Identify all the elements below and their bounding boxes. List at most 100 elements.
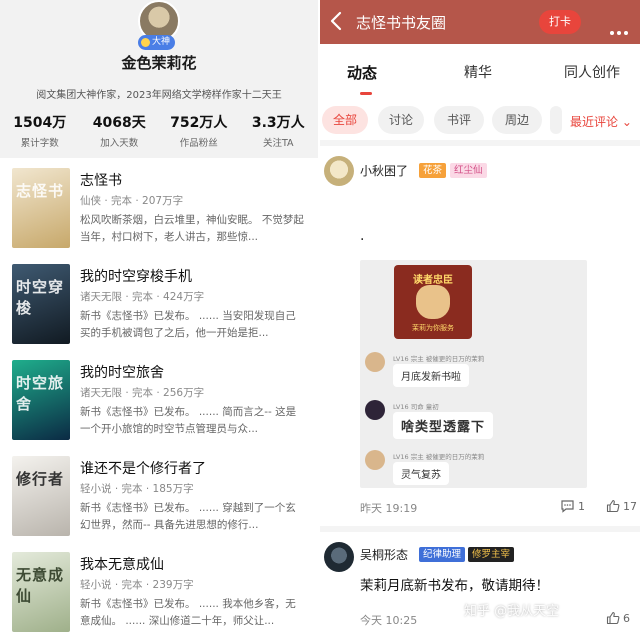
chat-avatar (365, 352, 385, 372)
like-count: 17 (623, 499, 637, 513)
card-footer: 茉莉为你服务 (412, 324, 454, 332)
post-time: 今天 10:25 (360, 614, 418, 627)
stat-label: 作品粉丝 (179, 138, 218, 149)
cover-text: 修行者 (16, 470, 65, 488)
author-desc: 阅文集团大神作家，2023年网络文学榜样作家十二天王 (36, 90, 282, 101)
chip-discussion[interactable]: 讨论 (378, 106, 424, 134)
book-desc: 新书《志怪书》已发布。 ...... 简而言之-- 这是一个开小旅馆的时空节点管… (80, 406, 297, 435)
chat-avatar (365, 400, 385, 420)
post-time: 昨天 19:19 (360, 502, 418, 515)
book-item[interactable]: 无意成仙 我本无意成仙 轻小说 · 完本 · 239万字 新书《志怪书》已发布。… (0, 544, 318, 640)
chip-merch[interactable]: 周边 (492, 106, 542, 134)
tab-featured[interactable]: 精华 (464, 62, 492, 82)
badge-icon (141, 38, 150, 47)
like-button[interactable]: 6 (606, 611, 630, 625)
book-item[interactable]: 时空旅舍 我的时空旅舍 诸天无限 · 完本 · 256万字 新书《志怪书》已发布… (0, 352, 318, 448)
book-desc: 新书《志怪书》已发布。 ...... 穿越到了一个玄幻世界，然而-- 具备先进思… (80, 502, 296, 531)
chip-more[interactable] (550, 106, 562, 134)
section-divider (320, 526, 640, 532)
chevron-down-icon: ⌄ (621, 115, 632, 129)
more-icon[interactable] (610, 20, 631, 39)
chat-bubble: 啥类型透露下 (393, 412, 494, 439)
chip-review[interactable]: 书评 (434, 106, 484, 134)
tab-fan-creations[interactable]: 同人创作 (564, 62, 620, 82)
book-title: 谁还不是个修行者了 (80, 461, 206, 477)
sort-dropdown[interactable]: 最近评论 ⌄ (570, 113, 632, 130)
book-circle-page: 志怪书书友圈 打卡 动态 精华 同人创作 全部 讨论 书评 周边 最近评论 ⌄ … (320, 0, 640, 640)
stat-value: 1504万 (13, 115, 67, 131)
stat-words: 1504万 累计字数 (0, 112, 80, 149)
chip-all[interactable]: 全部 (322, 106, 368, 134)
comment-icon (561, 500, 574, 513)
book-desc: 新书《志怪书》已发布。 ...... 当安阳发现自己买的手机被调包了之后，他一开… (80, 310, 296, 339)
book-meta: 诸天无限 · 完本 · 256万字 (80, 387, 205, 399)
book-desc: 松风吹断茶烟，白云堆里，神仙安眠。 不觉梦起当年，村口树下，老人讲古，那些惊..… (80, 214, 304, 243)
user-avatar[interactable] (324, 542, 354, 572)
user-tag: 修罗主宰 (468, 547, 515, 562)
thumbs-up-icon (606, 611, 620, 625)
section-divider (320, 140, 640, 146)
watermark: 知乎 @我从天空 (464, 604, 560, 619)
stat-value: 3.3万人 (251, 115, 305, 131)
like-button[interactable]: 17 (606, 499, 637, 513)
stat-value: 4068天 (92, 115, 146, 131)
book-cover[interactable]: 修行者 (12, 456, 70, 536)
filter-chips: 全部 讨论 书评 周边 最近评论 ⌄ (320, 106, 640, 136)
book-title: 志怪书 (80, 173, 122, 189)
badge-label: 大神 (152, 37, 171, 47)
book-cover[interactable]: 时空旅舍 (12, 360, 70, 440)
book-cover[interactable]: 时空穿梭 (12, 264, 70, 344)
circle-title: 志怪书书友圈 (356, 14, 447, 32)
book-meta: 诸天无限 · 完本 · 424万字 (80, 291, 205, 303)
book-item[interactable]: 志怪书 志怪书 仙侠 · 完本 · 207万字 松风吹断茶烟，白云堆里，神仙安眠… (0, 160, 318, 256)
stat-followers[interactable]: 3.3万人 关注TA (239, 112, 319, 149)
chat-meta: LV16 宗主 被催更的日万的茉莉 (393, 355, 485, 363)
checkin-button[interactable]: 打卡 (539, 10, 581, 34)
book-title: 我的时空穿梭手机 (80, 269, 192, 285)
book-title: 我本无意成仙 (80, 557, 164, 573)
post-username[interactable]: 吴桐形态 (360, 546, 408, 563)
book-meta: 轻小说 · 完本 · 239万字 (80, 579, 194, 591)
author-profile: 大神 金色茉莉花 阅文集团大神作家，2023年网络文学榜样作家十二天王 1504… (0, 0, 318, 158)
post-username[interactable]: 小秋困了 (360, 162, 408, 179)
tab-indicator (360, 92, 372, 95)
book-title: 我的时空旅舍 (80, 365, 164, 381)
post-image[interactable]: 读者忠臣 茉莉为你服务 LV16 宗主 被催更的日万的茉莉 月底发新书啦 LV1… (360, 260, 587, 488)
author-stats: 1504万 累计字数 4068天 加入天数 752万人 作品粉丝 3.3万人 关… (0, 112, 318, 149)
back-arrow-icon[interactable] (326, 9, 348, 33)
circle-header: 志怪书书友圈 打卡 (320, 0, 640, 44)
cover-text: 志怪书 (16, 182, 65, 200)
chat-bubble: 月底发新书啦 (393, 364, 469, 387)
cover-text: 时空旅舍 (16, 374, 65, 413)
stat-label: 关注TA (262, 138, 294, 149)
card-title: 读者忠臣 (413, 275, 453, 286)
user-tag: 纪律助理 (419, 547, 466, 562)
cover-text: 无意成仙 (16, 566, 65, 605)
stat-value: 752万人 (170, 115, 228, 131)
book-cover[interactable]: 志怪书 (12, 168, 70, 248)
stat-label: 累计字数 (20, 138, 59, 149)
thumbs-up-icon (606, 499, 620, 513)
tab-feed[interactable]: 动态 (347, 62, 377, 83)
cover-text: 时空穿梭 (16, 278, 65, 317)
chat-meta: LV16 司命 童初 (393, 403, 439, 411)
user-tag: 花茶 (419, 163, 447, 178)
book-meta: 轻小说 · 完本 · 185万字 (80, 483, 194, 495)
comment-button[interactable]: 1 (560, 499, 585, 513)
book-item[interactable]: 时空穿梭 我的时空穿梭手机 诸天无限 · 完本 · 424万字 新书《志怪书》已… (0, 256, 318, 352)
post-content: . (360, 228, 365, 244)
user-avatar[interactable] (324, 156, 354, 186)
book-cover[interactable]: 无意成仙 (12, 552, 70, 632)
stat-label: 加入天数 (100, 138, 139, 149)
reader-card: 读者忠臣 茉莉为你服务 (394, 265, 472, 339)
book-meta: 仙侠 · 完本 · 207万字 (80, 195, 184, 207)
like-count: 6 (623, 611, 630, 625)
book-item[interactable]: 修行者 谁还不是个修行者了 轻小说 · 完本 · 185万字 新书《志怪书》已发… (0, 448, 318, 544)
sort-label: 最近评论 (570, 115, 619, 129)
circle-tabs: 动态 精华 同人创作 (320, 44, 640, 99)
chat-meta: LV16 宗主 被催更的日万的茉莉 (393, 453, 485, 461)
stat-days: 4068天 加入天数 (80, 112, 160, 149)
stat-fans: 752万人 作品粉丝 (159, 112, 239, 149)
post-content: 茉莉月底新书发布，敬请期待！ (360, 578, 549, 594)
comment-count: 1 (578, 499, 585, 513)
